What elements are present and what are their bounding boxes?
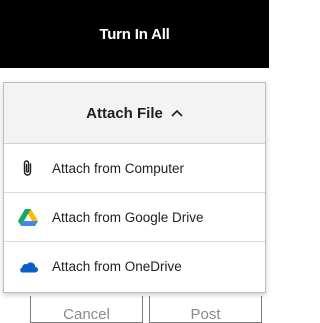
post-button[interactable]: Post bbox=[149, 296, 262, 323]
menu-item-label: Attach from OneDrive bbox=[52, 259, 182, 274]
turn-in-all-label: Turn In All bbox=[99, 25, 170, 43]
menu-item-attach-from-onedrive[interactable]: Attach from OneDrive bbox=[4, 242, 265, 291]
attach-file-label: Attach File bbox=[86, 104, 163, 122]
post-label: Post bbox=[190, 306, 221, 323]
onedrive-icon bbox=[18, 257, 38, 277]
attach-file-toggle[interactable]: Attach File bbox=[4, 83, 265, 144]
cancel-label: Cancel bbox=[63, 306, 110, 323]
menu-item-label: Attach from Google Drive bbox=[52, 209, 204, 225]
paperclip-icon bbox=[18, 158, 38, 178]
chevron-up-icon bbox=[171, 107, 183, 119]
menu-item-attach-from-computer[interactable]: Attach from Computer bbox=[4, 144, 265, 193]
menu-item-label: Attach from Computer bbox=[52, 160, 185, 176]
cancel-button[interactable]: Cancel bbox=[30, 296, 143, 323]
google-drive-icon bbox=[18, 207, 38, 227]
footer-buttons: Cancel Post bbox=[30, 296, 262, 323]
turn-in-all-button[interactable]: Turn In All bbox=[0, 0, 269, 68]
menu-item-attach-from-google-drive[interactable]: Attach from Google Drive bbox=[4, 193, 265, 242]
attach-file-dropdown: Attach File Attach from Computer Attach … bbox=[3, 82, 266, 293]
